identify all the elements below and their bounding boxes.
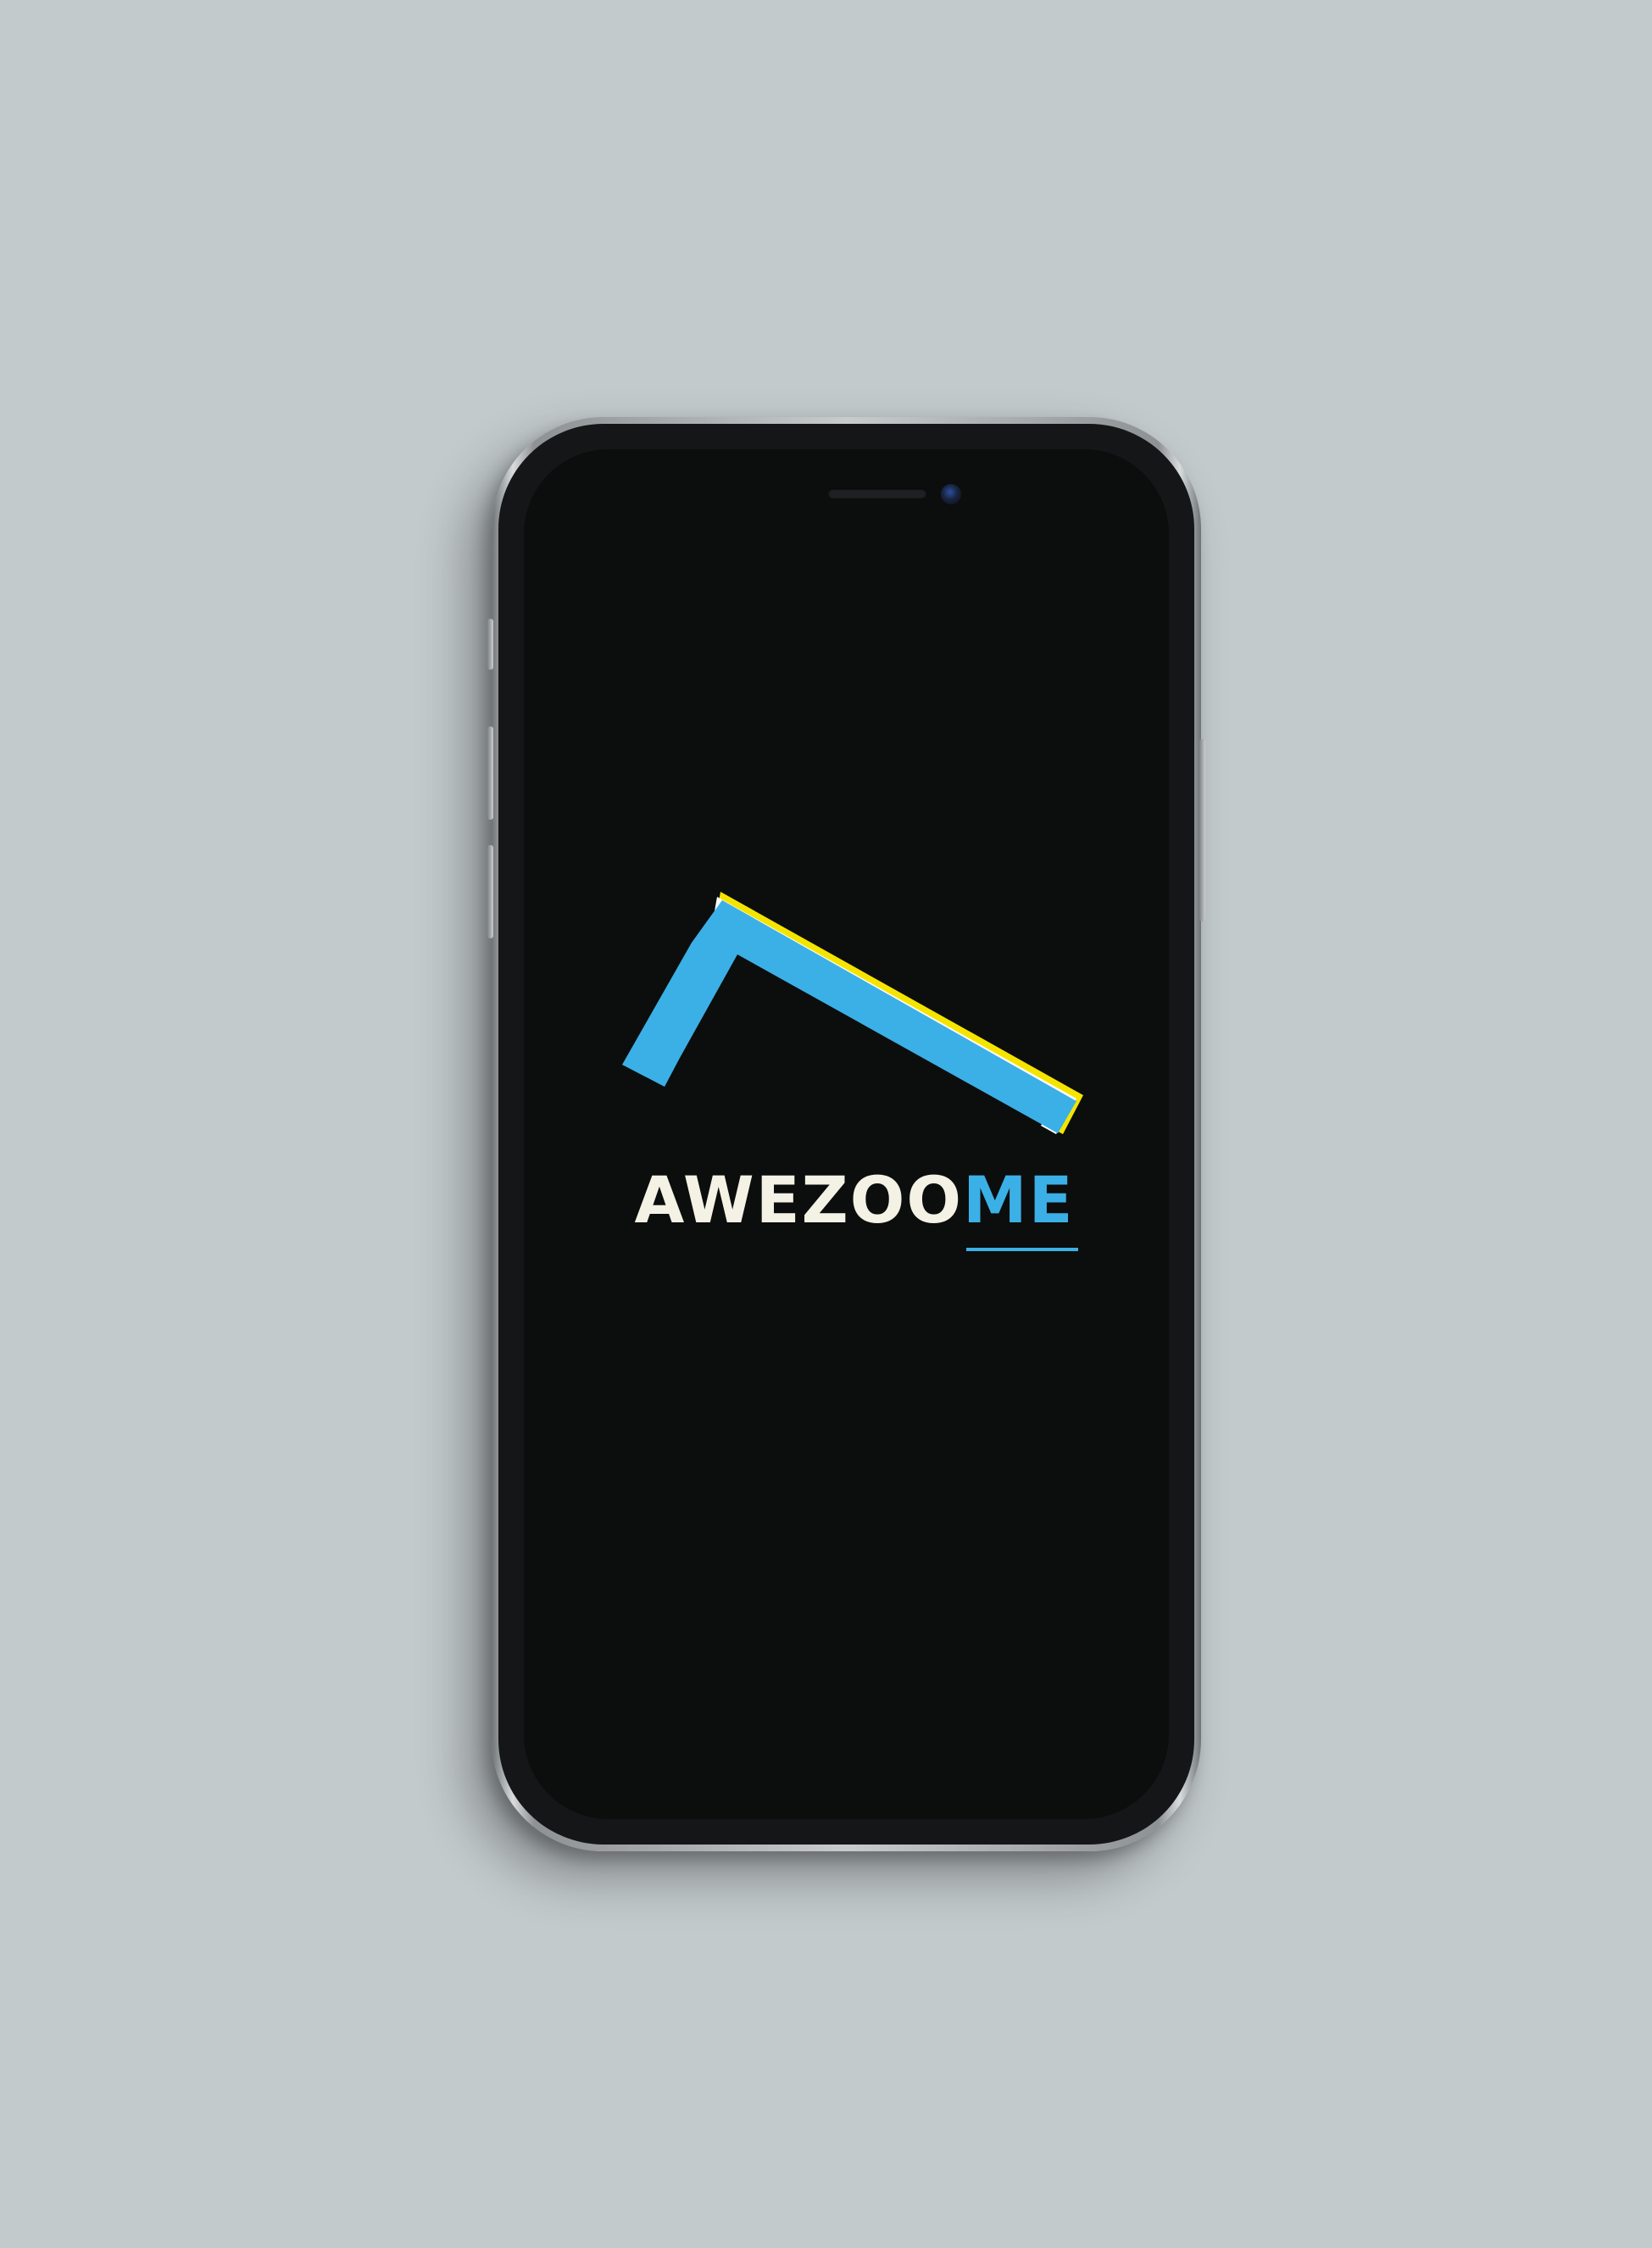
app-logo: AWEZOOME: [524, 449, 1169, 1819]
power-button: [1199, 739, 1205, 921]
phone-bezel: AWEZOOME: [498, 424, 1194, 1845]
wordmark-underline: [965, 1248, 1078, 1251]
silent-switch: [487, 619, 493, 670]
volume-down-button: [487, 845, 493, 938]
volume-up-button: [487, 726, 493, 820]
brand-wordmark-accent-text: ME: [962, 1162, 1075, 1238]
brand-wordmark-primary: AWEZOO: [634, 1162, 963, 1238]
roof-logo-icon: [622, 892, 1083, 1134]
phone-frame: AWEZOOME: [487, 417, 1205, 1851]
logo-blue-roof: [622, 900, 1076, 1133]
brand-wordmark-accent: ME: [962, 1158, 1078, 1251]
splash-screen: AWEZOOME: [524, 449, 1169, 1819]
brand-wordmark: AWEZOOME: [609, 1158, 1100, 1251]
